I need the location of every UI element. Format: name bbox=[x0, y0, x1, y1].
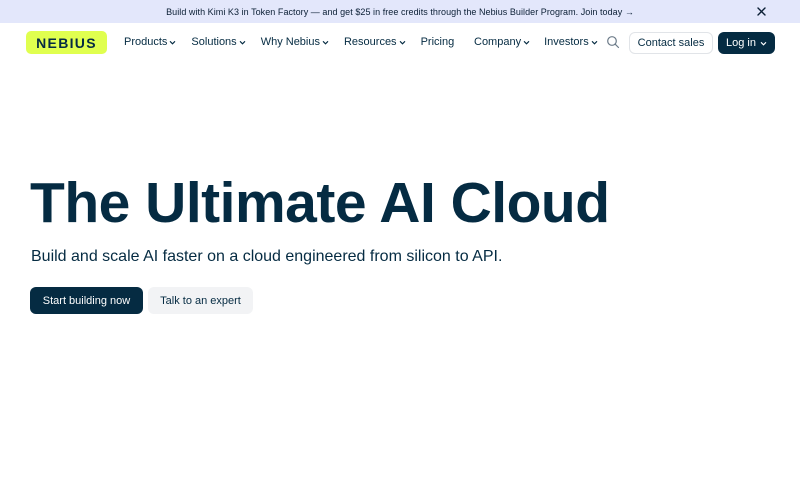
chevron-down-icon bbox=[322, 39, 329, 46]
nav-item-pricing[interactable]: Pricing bbox=[421, 36, 455, 48]
chevron-down-icon bbox=[169, 39, 176, 46]
chevron-down-icon bbox=[239, 39, 246, 46]
nav-item-why-nebius[interactable]: Why Nebius bbox=[261, 36, 329, 48]
close-icon[interactable] bbox=[755, 5, 768, 18]
search-icon[interactable] bbox=[606, 35, 620, 49]
announcement-banner: Build with Kimi K3 in Token Factory — an… bbox=[0, 0, 800, 23]
nav-item-resources[interactable]: Resources bbox=[344, 36, 406, 48]
nav-secondary-menu: Company Investors bbox=[474, 23, 598, 61]
chevron-down-icon bbox=[760, 40, 767, 47]
login-button[interactable]: Log in bbox=[718, 32, 775, 54]
nav-primary-menu: Products Solutions Why Nebius Resources … bbox=[124, 23, 454, 61]
chevron-down-icon bbox=[399, 39, 406, 46]
main-navigation: NEBIUS Products Solutions Why Nebius Res… bbox=[0, 23, 800, 61]
nav-item-company[interactable]: Company bbox=[474, 36, 530, 48]
nav-item-investors[interactable]: Investors bbox=[544, 36, 598, 48]
chevron-down-icon bbox=[523, 39, 530, 46]
nav-item-label: Investors bbox=[544, 36, 589, 48]
nav-item-label: Products bbox=[124, 36, 168, 48]
chevron-down-icon bbox=[591, 39, 598, 46]
nebius-logo[interactable]: NEBIUS bbox=[26, 31, 107, 54]
nav-item-solutions[interactable]: Solutions bbox=[191, 36, 246, 48]
nav-item-label: Solutions bbox=[191, 36, 237, 48]
nav-item-label: Why Nebius bbox=[260, 36, 320, 48]
contact-sales-button[interactable]: Contact sales bbox=[629, 32, 713, 54]
nav-item-label: Pricing bbox=[420, 36, 455, 48]
nav-item-label: Company bbox=[474, 36, 522, 48]
start-building-button[interactable]: Start building now bbox=[30, 287, 143, 314]
announcement-link[interactable]: Build with Kimi K3 in Token Factory — an… bbox=[166, 7, 634, 17]
login-button-label: Log in bbox=[726, 37, 756, 49]
nav-item-label: Resources bbox=[343, 36, 397, 48]
hero-subtitle: Build and scale AI faster on a cloud eng… bbox=[31, 248, 503, 265]
nav-item-products[interactable]: Products bbox=[124, 36, 176, 48]
hero-title: The Ultimate AI Cloud bbox=[30, 171, 610, 235]
talk-to-expert-button[interactable]: Talk to an expert bbox=[148, 287, 253, 314]
